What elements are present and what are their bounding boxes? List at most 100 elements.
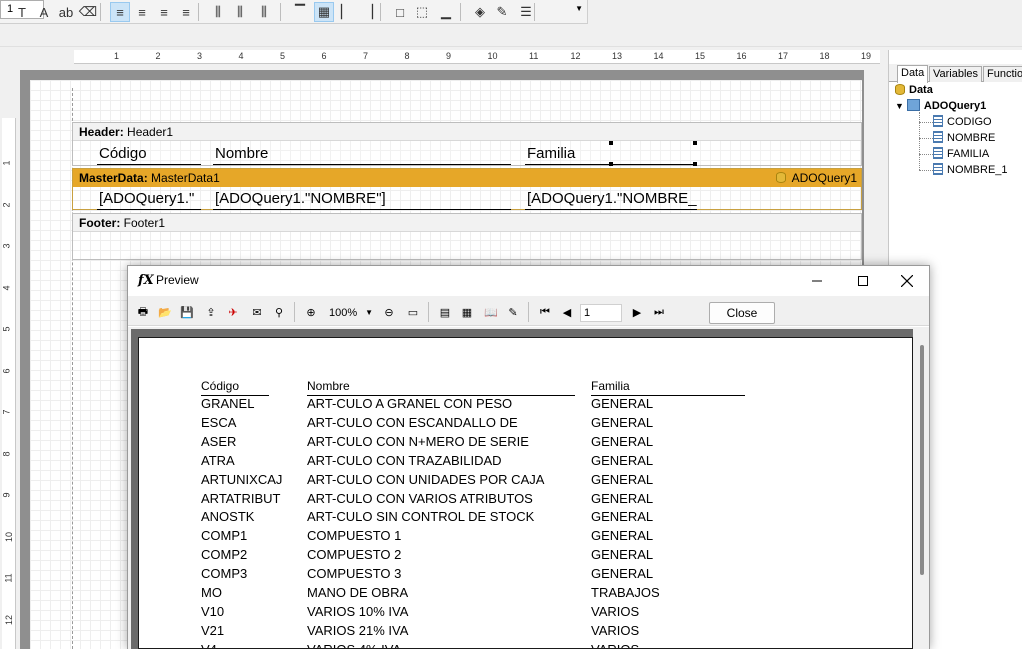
last-page-icon[interactable]: ⏭ — [650, 303, 668, 321]
align-bottom-icon[interactable]: ⫼ — [254, 2, 274, 22]
table-cell: VARIOS 21% IVA — [307, 622, 409, 638]
tab-variables[interactable]: Variables — [929, 66, 983, 82]
save-icon[interactable]: 💾 — [178, 303, 196, 321]
ruler-label: 9 — [446, 51, 452, 61]
text-tool-icon[interactable]: T — [12, 2, 32, 22]
find-icon[interactable]: ⚲ — [270, 303, 288, 321]
table-cell: GENERAL — [591, 566, 654, 582]
ruler-label: 19 — [861, 51, 872, 61]
table-row: COMP1 COMPUESTO 1 GENERAL — [139, 527, 912, 546]
ruler-label: 10 — [4, 531, 15, 542]
field-icon — [933, 163, 943, 175]
report-page[interactable]: Código Nombre Familia GRANEL ART-CULO A G… — [138, 337, 913, 649]
align-center-icon[interactable]: ≡ — [132, 2, 152, 22]
frame-right-icon[interactable]: ▕ — [358, 2, 378, 22]
print-icon[interactable]: 🖶 — [134, 303, 152, 321]
table-cell: ART-CULO CON VARIOS ATRIBUTOS — [307, 490, 533, 506]
frame-color-icon[interactable]: ✎ — [492, 2, 512, 22]
header-memo-nombre[interactable]: Nombre — [213, 143, 511, 165]
fill-color-icon[interactable]: ◈ — [470, 2, 490, 22]
window-title: Preview — [156, 273, 199, 287]
master-memo-codigo[interactable]: [ADOQuery1." — [97, 188, 201, 210]
outline-icon[interactable]: ▤ — [436, 303, 454, 321]
toolbar-separator — [534, 3, 535, 21]
header-memo-codigo[interactable]: Código — [97, 143, 201, 165]
masterdata-band[interactable]: MasterData: MasterData1 ADOQuery1 [ADOQu… — [72, 168, 862, 210]
master-memo-nombre[interactable]: [ADOQuery1."NOMBRE"] — [213, 188, 511, 210]
table-cell: ASER — [201, 433, 237, 449]
frame-none-icon[interactable]: ⬚ — [412, 2, 432, 22]
first-page-icon[interactable]: ⏮ — [536, 303, 554, 321]
zoom-combo[interactable]: 100% ▼ — [325, 304, 375, 322]
selection-handle[interactable] — [693, 162, 697, 166]
tab-label: Functions — [987, 68, 1022, 80]
highlight-icon[interactable]: ab — [56, 2, 76, 22]
thumbnails-icon[interactable]: ▦ — [458, 303, 476, 321]
vertical-scrollbar[interactable] — [916, 329, 929, 649]
next-page-icon[interactable]: ▶ — [628, 303, 646, 321]
tree-field-nombre_1[interactable]: NOMBRE_1 — [933, 162, 1008, 178]
tree-field-nombre[interactable]: NOMBRE — [933, 130, 995, 146]
tree-root[interactable]: Data — [895, 82, 933, 98]
dataset-name: ADOQuery1 — [791, 171, 857, 185]
preview-titlebar[interactable]: fX Preview — [128, 266, 929, 296]
frame-all-icon[interactable]: ▦ — [314, 2, 334, 22]
selection-handle[interactable] — [693, 141, 697, 145]
fullscreen-icon[interactable]: ▭ — [404, 303, 422, 321]
table-cell: ART-CULO SIN CONTROL DE STOCK — [307, 509, 535, 525]
align-right-icon[interactable]: ≡ — [154, 2, 174, 22]
ruler-label: 5 — [280, 51, 286, 61]
frame-bottom-icon[interactable]: ▁ — [436, 2, 456, 22]
table-cell: COMPUESTO 1 — [307, 528, 402, 544]
align-top-icon[interactable]: ⫼ — [208, 2, 228, 22]
zoom-out-icon[interactable]: ⊖ — [380, 303, 398, 321]
table-cell: ESCA — [201, 414, 237, 430]
align-left-icon[interactable]: ≡ — [110, 2, 130, 22]
tree-query[interactable]: ▼ ADOQuery1 — [895, 98, 986, 114]
query-icon — [906, 99, 920, 111]
memo-text: Código — [99, 145, 147, 162]
pdf-icon[interactable]: ✈ — [224, 303, 242, 321]
selection-handle[interactable] — [609, 162, 613, 166]
align-justify-icon[interactable]: ≡ — [176, 2, 196, 22]
maximize-button[interactable] — [840, 266, 886, 296]
table-cell: ANOSTK — [201, 509, 255, 525]
preview-window: fX Preview 🖶 📂 💾 ⇪ ✈ ✉ ⚲ ⊕ 100% ▼ ⊖ ▭ ▤ ▦… — [127, 265, 930, 649]
collapse-icon[interactable]: ▼ — [895, 101, 904, 111]
scrollbar-thumb[interactable] — [920, 345, 924, 575]
minimize-button[interactable] — [794, 266, 840, 296]
master-memo-familia[interactable]: [ADOQuery1."NOMBRE_ — [525, 188, 697, 210]
edit-page-icon[interactable]: ✎ — [504, 303, 522, 321]
band-kind: MasterData: — [79, 171, 148, 185]
font-color-icon[interactable]: A — [34, 2, 54, 22]
tree-field-label: NOMBRE — [947, 132, 996, 144]
table-cell: VARIOS — [591, 622, 640, 638]
tab-functions[interactable]: Functions — [983, 66, 1022, 82]
table-row: V10 VARIOS 10% IVA VARIOS — [139, 603, 912, 622]
header-band[interactable]: Header: Header1 Código Nombre Familia — [72, 122, 862, 166]
tree-root-label: Data — [909, 84, 933, 96]
page-number-input[interactable]: 1 — [580, 304, 622, 322]
eraser-icon[interactable]: ⌫ — [78, 2, 98, 22]
frame-style-icon[interactable]: ☰ — [516, 2, 536, 22]
close-window-button[interactable] — [884, 266, 930, 296]
prior-page-icon[interactable]: ◀ — [558, 303, 576, 321]
export-icon[interactable]: ⇪ — [202, 303, 220, 321]
close-button[interactable]: Close — [709, 302, 775, 324]
tree-field-codigo[interactable]: CODIGO — [933, 114, 992, 130]
selection-handle[interactable] — [609, 141, 613, 145]
frame-box-icon[interactable]: □ — [390, 2, 410, 22]
chevron-down-icon: ▼ — [575, 4, 583, 13]
frame-left-icon[interactable]: ▏ — [336, 2, 356, 22]
align-middle-icon[interactable]: ⫼ — [230, 2, 250, 22]
toolbar-separator — [380, 3, 381, 21]
tree-field-familia[interactable]: FAMILIA — [933, 146, 989, 162]
frame-top-icon[interactable]: ▔ — [290, 2, 310, 22]
open-icon[interactable]: 📂 — [156, 303, 174, 321]
zoom-in-icon[interactable]: ⊕ — [302, 303, 320, 321]
page-settings-icon[interactable]: 📖 — [482, 303, 500, 321]
tab-data[interactable]: Data — [897, 65, 929, 83]
toolbar-separator — [100, 3, 101, 21]
email-icon[interactable]: ✉ — [248, 303, 266, 321]
footer-band[interactable]: Footer: Footer1 — [72, 213, 862, 260]
